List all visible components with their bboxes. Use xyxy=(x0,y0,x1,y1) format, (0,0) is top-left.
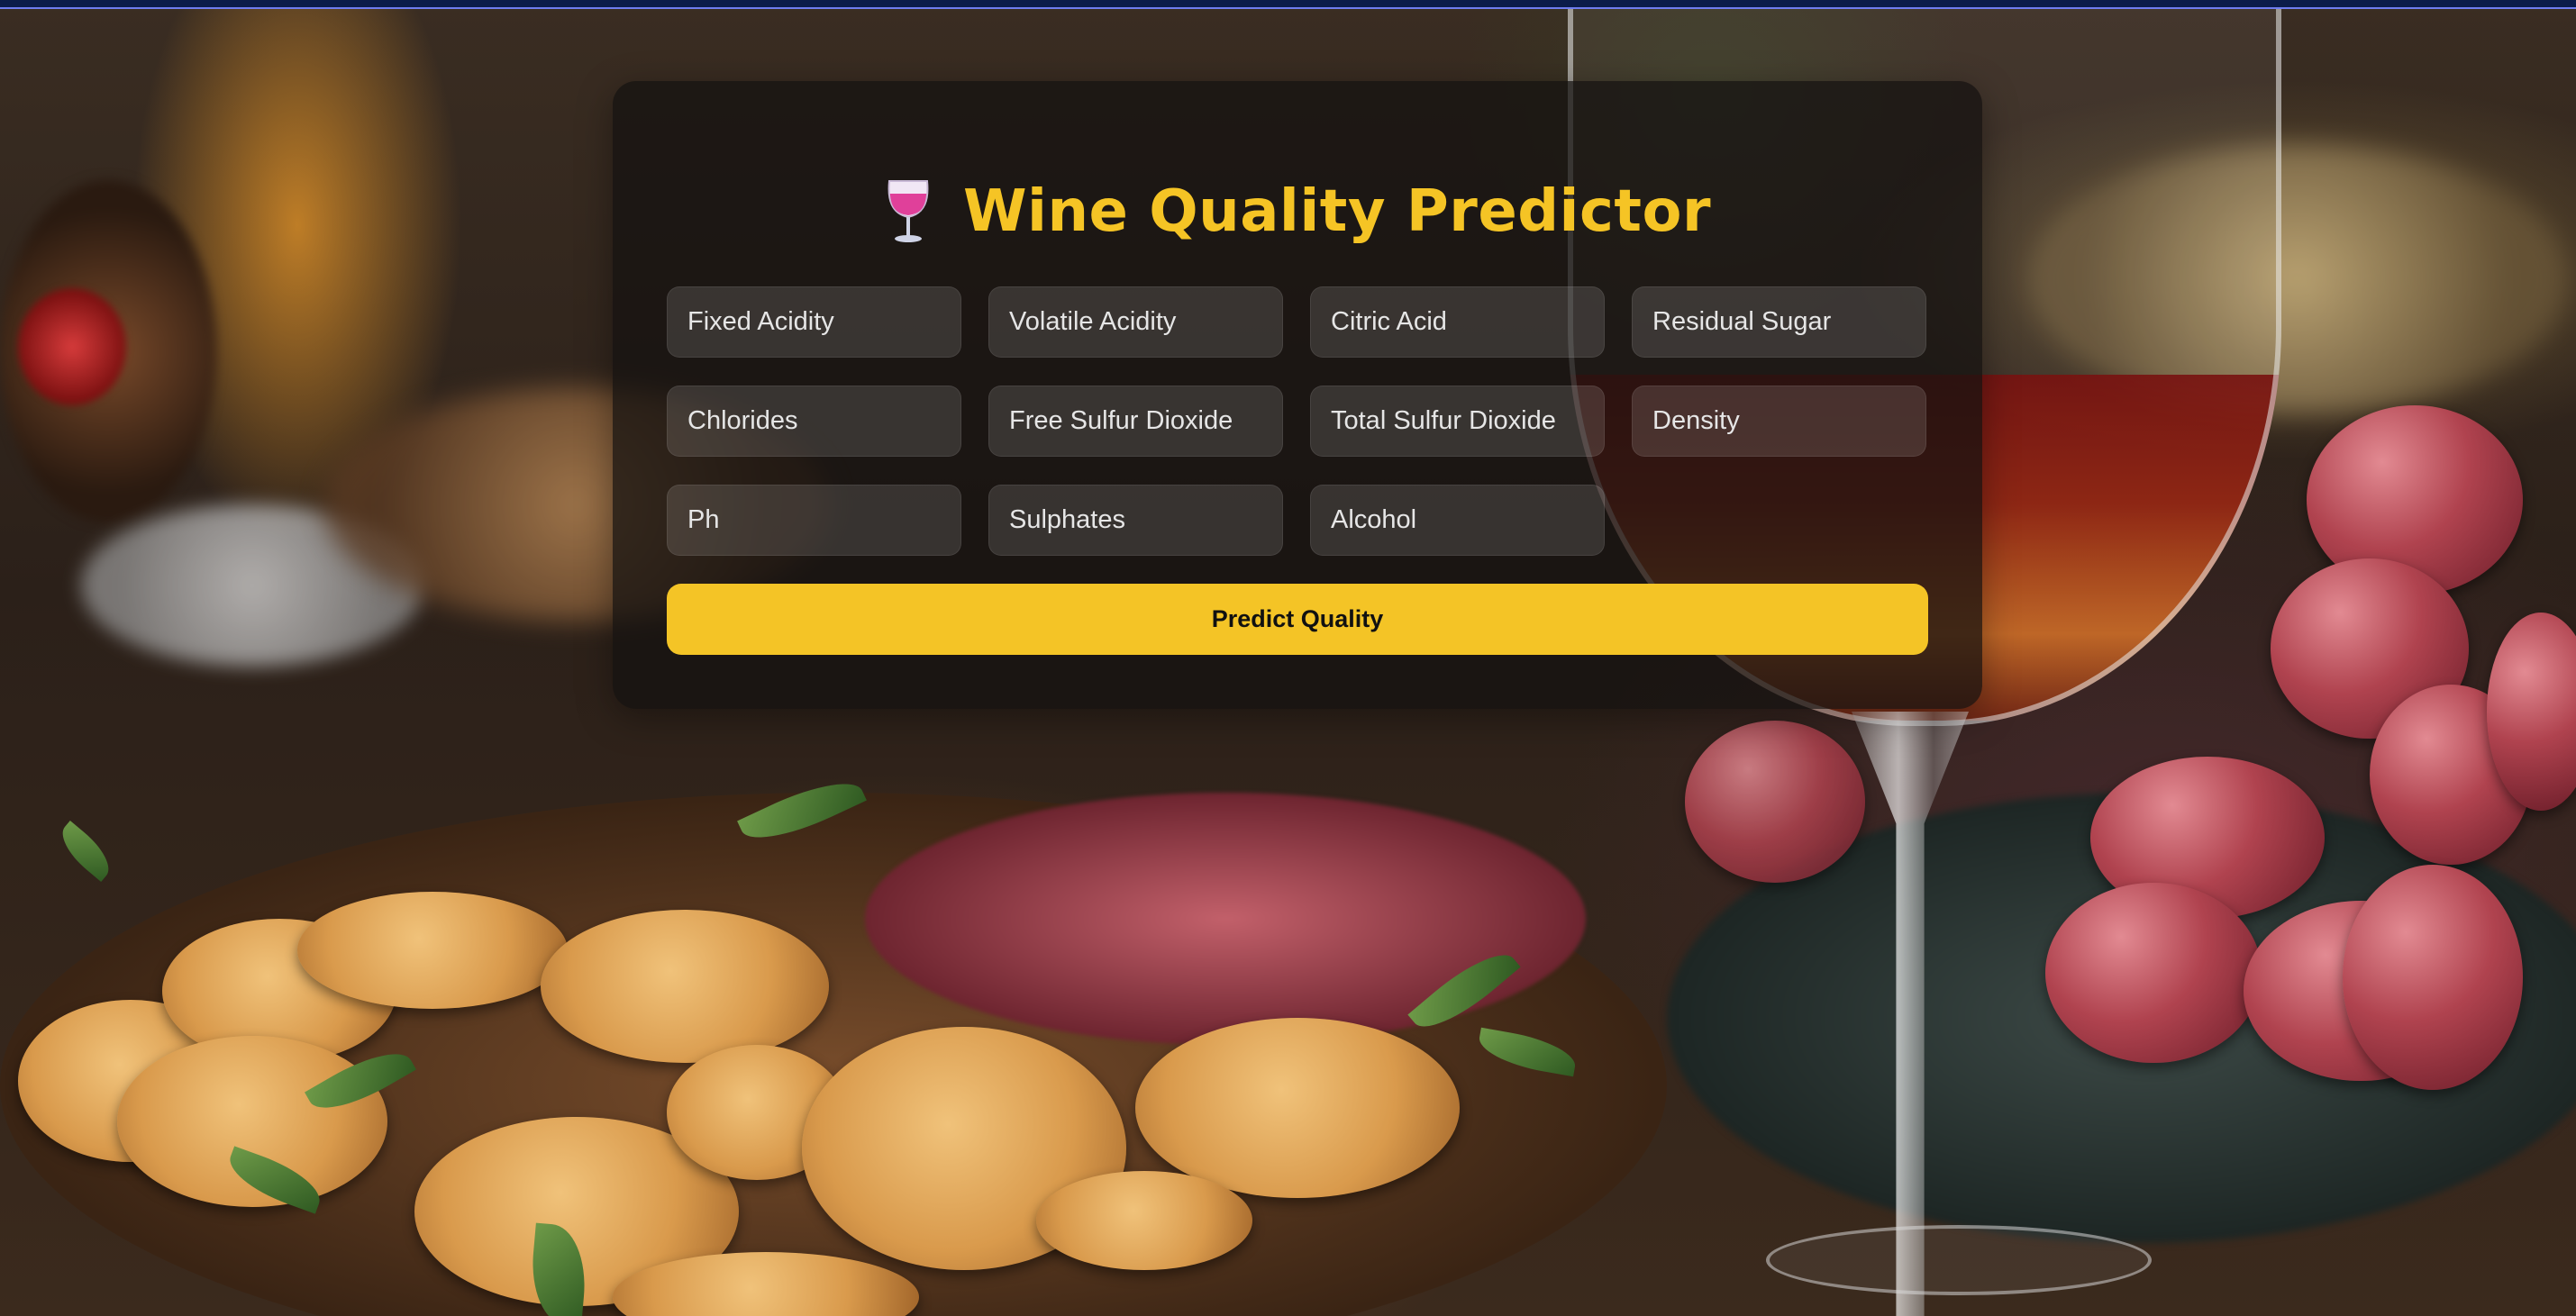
predict-quality-button[interactable]: Predict Quality xyxy=(667,584,1928,655)
feature-form xyxy=(667,286,1926,556)
residual-sugar-input[interactable] xyxy=(1632,286,1926,358)
free-sulfur-dioxide-input[interactable] xyxy=(988,386,1283,457)
volatile-acidity-input[interactable] xyxy=(988,286,1283,358)
total-sulfur-dioxide-input[interactable] xyxy=(1310,386,1605,457)
citric-acid-input[interactable] xyxy=(1310,286,1605,358)
wine-glass-icon xyxy=(887,180,929,242)
ph-input[interactable] xyxy=(667,485,961,556)
top-edge-bar xyxy=(0,0,2576,9)
prediction-card: Wine Quality Predictor Predict Quality xyxy=(613,81,1982,709)
density-input[interactable] xyxy=(1632,386,1926,457)
page-title: Wine Quality Predictor xyxy=(962,178,1712,245)
fixed-acidity-input[interactable] xyxy=(667,286,961,358)
sulphates-input[interactable] xyxy=(988,485,1283,556)
header: Wine Quality Predictor xyxy=(613,171,1982,252)
chlorides-input[interactable] xyxy=(667,386,961,457)
alcohol-input[interactable] xyxy=(1310,485,1605,556)
